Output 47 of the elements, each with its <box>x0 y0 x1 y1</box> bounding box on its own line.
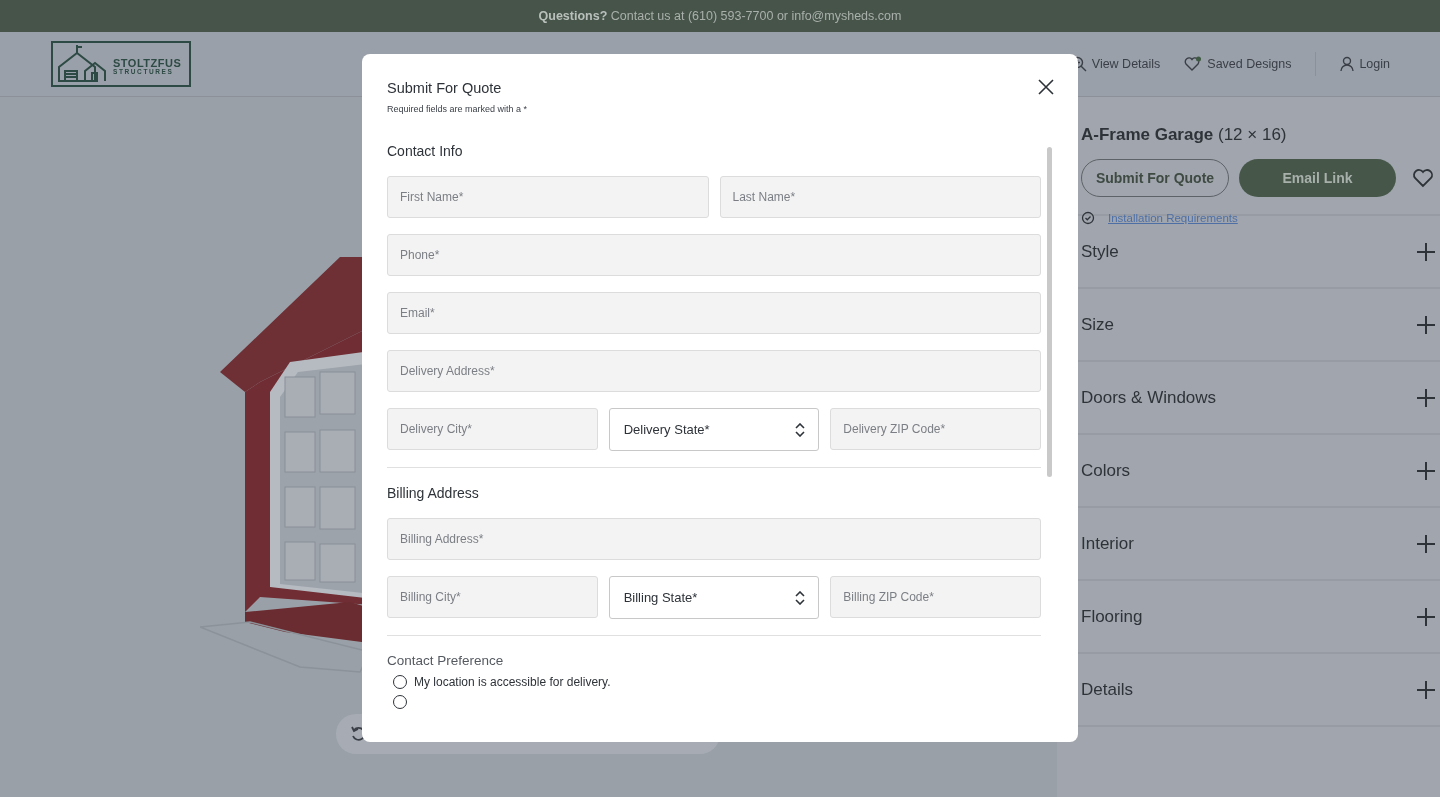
nav-link[interactable]: Login <box>1340 56 1390 72</box>
dialog-title: Submit For Quote <box>387 80 502 96</box>
input-field[interactable]: Billing Address* <box>387 518 1041 560</box>
plus-icon <box>1416 460 1436 481</box>
state-select[interactable]: Delivery State* <box>608 408 820 451</box>
section-heading: Contact Preference <box>387 653 505 668</box>
accordion-label: Colors <box>1081 460 1131 481</box>
close-icon[interactable] <box>1038 79 1054 95</box>
plus-icon <box>1416 387 1436 408</box>
chevron-updown-icon <box>795 422 806 437</box>
plus-icon <box>1416 314 1436 335</box>
section-heading: Contact Info <box>387 143 464 159</box>
plus-icon <box>1416 679 1436 700</box>
nav-link[interactable]: Saved Designs <box>1184 56 1292 72</box>
product-title: A-Frame Garage (12 × 16) <box>1081 125 1288 145</box>
plus-icon <box>1416 606 1436 627</box>
state-select[interactable]: Billing State* <box>608 576 820 619</box>
input-field[interactable]: Billing City* <box>387 576 598 618</box>
input-field[interactable]: Delivery Address* <box>387 350 1041 392</box>
radio-label: My location is accessible for delivery. <box>414 675 611 689</box>
input-field[interactable]: Last Name* <box>719 176 1041 218</box>
accordion-label: Style <box>1081 241 1119 262</box>
contact-message: Questions? Contact us at (610) 593-7700 or info@mysheds.com <box>538 9 902 23</box>
favorite-heart-icon[interactable] <box>1412 168 1434 188</box>
accordion-label: Size <box>1081 314 1115 335</box>
plus-icon <box>1416 533 1436 554</box>
accordion-label: Interior <box>1081 533 1134 554</box>
user-icon <box>1340 56 1355 72</box>
heart-icon <box>1184 56 1203 72</box>
accordion-label: Flooring <box>1081 606 1143 627</box>
required-note: Required fields are marked with a * <box>387 104 529 114</box>
accordion-label: Details <box>1081 679 1133 700</box>
plus-icon <box>1416 241 1436 262</box>
input-field[interactable]: Phone* <box>387 234 1041 276</box>
section-heading: Billing Address <box>387 485 480 501</box>
accordion-label: Doors & Windows <box>1081 387 1217 408</box>
chevron-updown-icon <box>795 590 806 605</box>
input-field[interactable]: Email* <box>387 292 1041 334</box>
logo-wordmark: STOLTZFUS <box>113 57 182 69</box>
email-link-button[interactable]: Email Link <box>1239 159 1396 197</box>
scrollbar-thumb[interactable] <box>1047 147 1052 477</box>
input-field[interactable]: First Name* <box>387 176 709 218</box>
input-field[interactable]: Delivery City* <box>387 408 598 450</box>
badge-check-icon <box>1081 211 1095 225</box>
input-field[interactable]: Billing ZIP Code* <box>830 576 1041 618</box>
input-field[interactable]: Delivery ZIP Code* <box>830 408 1041 450</box>
house-logo-icon <box>55 45 109 85</box>
